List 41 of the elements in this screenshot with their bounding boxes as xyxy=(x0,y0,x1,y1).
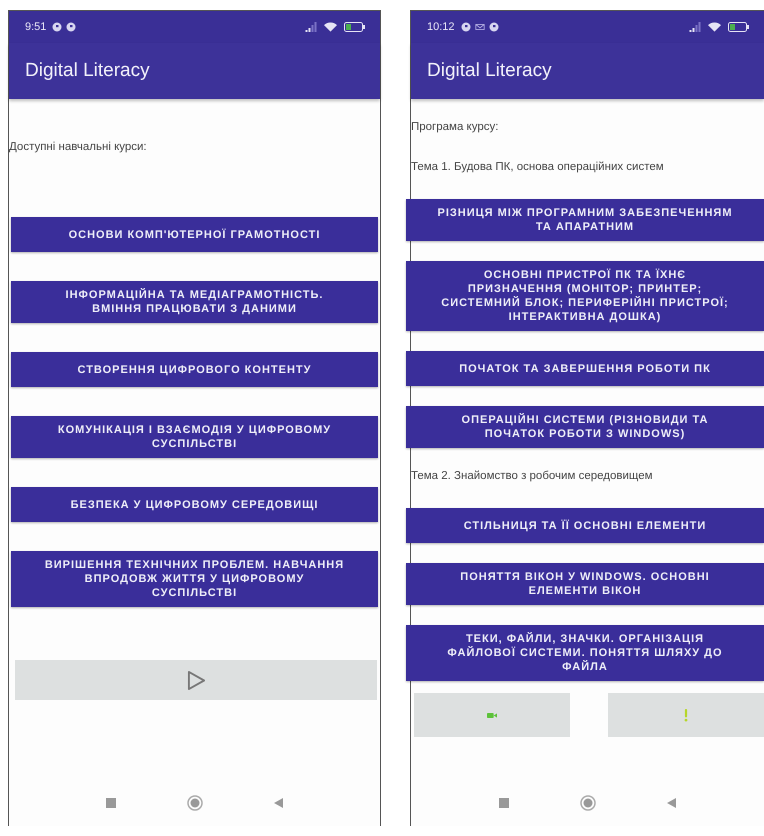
section-label: Тема 2. Знайомство з робочим середовищем xyxy=(411,469,654,484)
wifi-icon xyxy=(708,22,721,32)
course-button[interactable]: ОСНОВИ КОМП'ЮТЕРНОЇ ГРАМОТНОСТІ xyxy=(11,217,378,252)
section-label: Тема 1. Будова ПК, основа операційних систем xyxy=(411,160,665,175)
course-button[interactable]: СТВОРЕННЯ ЦИФРОВОГО КОНТЕНТУ xyxy=(11,352,378,387)
recents-icon[interactable] xyxy=(104,797,116,809)
battery-icon xyxy=(728,22,750,32)
course-button[interactable]: КОМУНІКАЦІЯ І ВЗАЄМОДІЯ У ЦИФРОВОМУ СУСПІЛЬСТВІ xyxy=(11,416,378,458)
home-icon[interactable] xyxy=(580,795,596,811)
status-time: 10:12 xyxy=(427,21,455,33)
signal-icon xyxy=(688,22,701,32)
app-title: Digital Literacy xyxy=(427,60,552,82)
course-button[interactable]: ОПЕРАЦІЙНІ СИСТЕМИ (РІЗНОВИДИ ТА ПОЧАТОК РОБОТИ З WINDOWS) xyxy=(406,406,764,448)
notification-icon xyxy=(52,22,62,32)
app-title: Digital Literacy xyxy=(25,60,150,82)
signal-icon xyxy=(304,22,317,32)
course-button[interactable]: ОСНОВНІ ПРИСТРОЇ ПК ТА ЇХНЄ ПРИЗНАЧЕННЯ (МОНІТОР; ПРИНТЕР; СИСТЕМНИЙ БЛОК; ПЕРИФЕРІЙНІ ПРИСТРОЇ; ІНТЕРАКТИВНА ДОШКА) xyxy=(406,261,764,331)
battery-icon xyxy=(344,22,366,32)
wifi-icon xyxy=(324,22,337,32)
course-button[interactable]: ТЕКИ, ФАЙЛИ, ЗНАЧКИ. ОРГАНІЗАЦІЯ ФАЙЛОВОЇ СИСТЕМИ. ПОНЯТТЯ ШЛЯХУ ДО ФАЙЛА xyxy=(406,625,764,681)
back-icon[interactable] xyxy=(666,797,678,809)
course-button[interactable]: РІЗНИЦЯ МІЖ ПРОГРАМНИМ ЗАБЕЗПЕЧЕННЯМ ТА АПАРАТНИМ xyxy=(406,199,764,241)
mail-icon xyxy=(474,22,485,32)
exclamation-icon xyxy=(684,708,688,722)
notification-icon xyxy=(488,22,499,32)
notification-icon xyxy=(66,22,76,32)
course-button[interactable]: ПОЧАТОК ТА ЗАВЕРШЕННЯ РОБОТИ ПК xyxy=(406,351,764,386)
play-icon xyxy=(186,670,206,690)
home-icon[interactable] xyxy=(186,795,202,811)
section-label: Програма курсу: xyxy=(411,120,500,135)
notification-icon xyxy=(460,22,471,32)
recents-icon[interactable] xyxy=(498,797,510,809)
course-button[interactable]: БЕЗПЕКА У ЦИФРОВОМУ СЕРЕДОВИЩІ xyxy=(11,487,378,522)
back-icon[interactable] xyxy=(272,797,284,809)
course-button[interactable]: ІНФОРМАЦІЙНА ТА МЕДІАГРАМОТНІСТЬ. ВМІННЯ ПРАЦЮВАТИ З ДАНИМИ xyxy=(11,281,378,323)
status-time: 9:51 xyxy=(25,21,46,33)
section-label: Доступні навчальні курси: xyxy=(9,140,148,155)
course-button[interactable]: ПОНЯТТЯ ВІКОН У WINDOWS. ОСНОВНІ ЕЛЕМЕНТИ ВІКОН xyxy=(406,563,764,605)
camera-icon xyxy=(487,712,497,718)
course-button[interactable]: ВИРІШЕННЯ ТЕХНІЧНИХ ПРОБЛЕМ. НАВЧАННЯ ВПРОДОВЖ ЖИТТЯ У ЦИФРОВОМУ СУСПІЛЬСТВІ xyxy=(11,551,378,607)
course-button[interactable]: СТІЛЬНИЦЯ ТА ЇЇ ОСНОВНІ ЕЛЕМЕНТИ xyxy=(406,508,764,543)
